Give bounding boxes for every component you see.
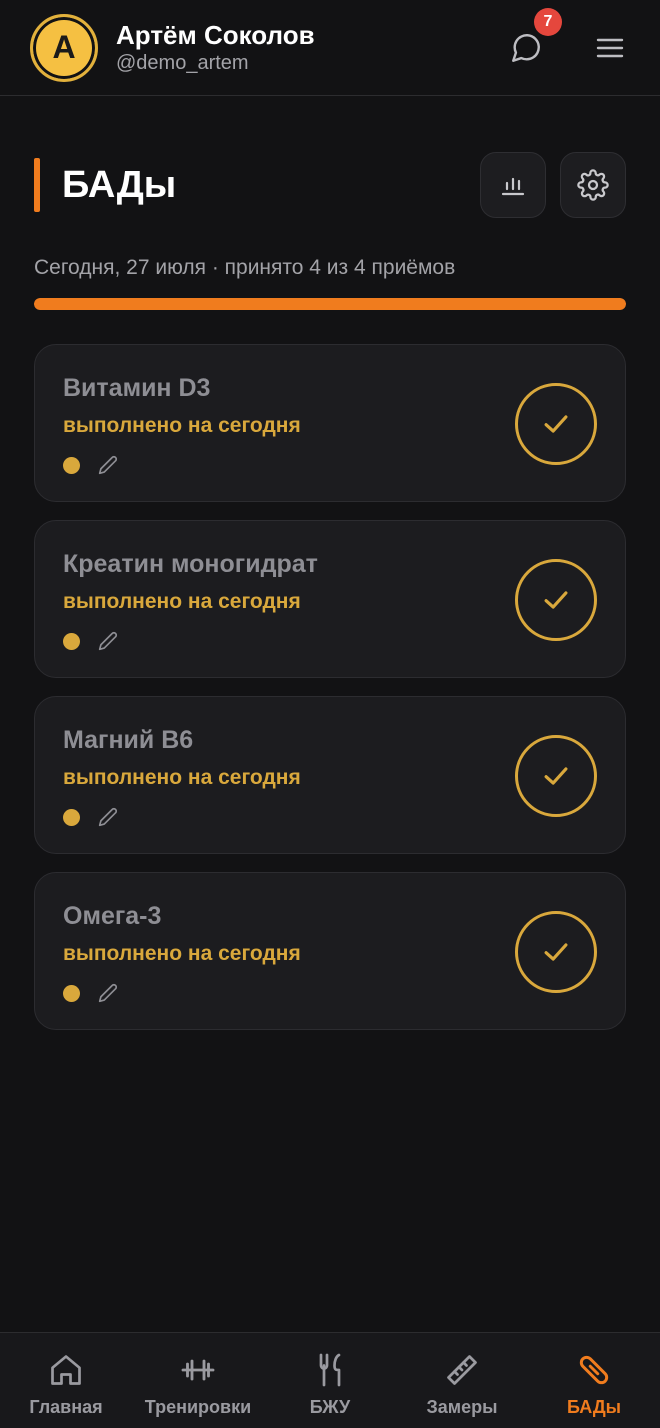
taken-toggle[interactable] — [515, 911, 597, 993]
nav-item-measurements[interactable]: Замеры — [396, 1333, 528, 1428]
pencil-icon — [98, 807, 118, 827]
avatar[interactable]: А — [30, 13, 98, 82]
nav-item-home[interactable]: Главная — [0, 1333, 132, 1428]
edit-button[interactable] — [98, 631, 118, 651]
menu-button[interactable] — [590, 28, 630, 68]
daily-summary: Сегодня, 27 июля · принято 4 из 4 приёмо… — [34, 256, 456, 279]
user-info: Артём Соколов @demo_artem — [116, 20, 315, 76]
fork-knife-icon — [319, 1353, 341, 1387]
nav-label: БЖУ — [309, 1397, 351, 1417]
edit-button[interactable] — [98, 983, 118, 1003]
checkmark-icon — [544, 943, 568, 961]
pencil-icon — [98, 983, 118, 1003]
title-accent-bar — [34, 158, 40, 212]
status-dot — [63, 808, 80, 826]
nav-label: Тренировки — [144, 1397, 252, 1417]
user-name: Артём Соколов — [116, 19, 315, 50]
gear-icon — [577, 169, 609, 201]
supplement-card[interactable]: Витамин D3 выполнено на сегодня — [34, 344, 626, 502]
nav-item-workouts[interactable]: Тренировки — [132, 1333, 264, 1428]
nav-item-supplements[interactable]: БАДы — [528, 1333, 660, 1428]
status-dot — [63, 456, 80, 474]
status-dot — [63, 632, 80, 650]
app-header: А Артём Соколов @demo_artem 7 — [0, 0, 660, 96]
pencil-icon — [98, 455, 118, 475]
home-icon — [51, 1355, 81, 1385]
avatar-letter: А — [52, 29, 76, 65]
settings-button[interactable] — [560, 152, 626, 218]
daily-progress-fill — [34, 298, 626, 310]
nav-label: БАДы — [566, 1397, 622, 1417]
notification-badge: 7 — [534, 7, 562, 36]
taken-toggle[interactable] — [515, 559, 597, 641]
pencil-icon — [98, 631, 118, 651]
page-title: БАДы — [62, 163, 177, 206]
user-handle: @demo_artem — [116, 51, 249, 74]
stats-button[interactable] — [480, 152, 546, 218]
checkmark-icon — [544, 591, 568, 609]
chat-bubble-icon — [512, 33, 540, 62]
messages-button[interactable]: 7 — [506, 7, 562, 68]
taken-toggle[interactable] — [515, 735, 597, 817]
nav-label: Замеры — [426, 1397, 498, 1417]
nav-label: Главная — [29, 1397, 103, 1417]
checkmark-icon — [544, 415, 568, 433]
edit-button[interactable] — [98, 455, 118, 475]
page-title-row: БАДы — [34, 152, 626, 218]
pill-icon — [579, 1355, 609, 1385]
supplement-card[interactable]: Омега-3 выполнено на сегодня — [34, 872, 626, 1030]
dumbbell-icon — [181, 1359, 215, 1381]
taken-toggle[interactable] — [515, 383, 597, 465]
checkmark-icon — [544, 767, 568, 785]
supplement-list: Витамин D3 выполнено на сегодня Креатин … — [34, 344, 626, 1048]
bar-chart-icon — [501, 177, 525, 196]
hamburger-icon — [596, 38, 624, 57]
status-dot — [63, 984, 80, 1002]
nav-item-nutrition[interactable]: БЖУ — [264, 1333, 396, 1428]
app-root: А Артём Соколов @demo_artem 7 БАДы Сегод… — [0, 0, 660, 1428]
daily-progress-bar — [34, 298, 626, 310]
supplement-card[interactable]: Креатин моногидрат выполнено на сегодня — [34, 520, 626, 678]
bottom-nav: Главная Тренировки БЖУ Замеры БАДы — [0, 1332, 660, 1428]
ruler-icon — [447, 1355, 477, 1385]
edit-button[interactable] — [98, 807, 118, 827]
supplement-card[interactable]: Магний B6 выполнено на сегодня — [34, 696, 626, 854]
